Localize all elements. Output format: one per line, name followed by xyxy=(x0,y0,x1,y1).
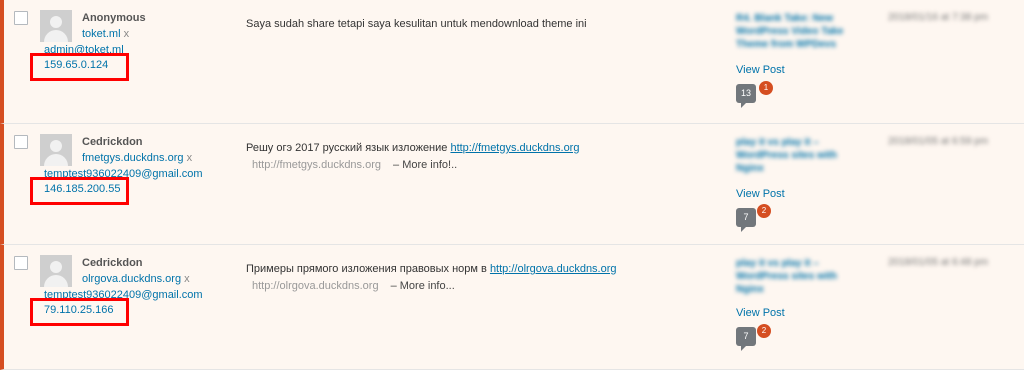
post-title[interactable]: play it vs play it – WordPress sites wit… xyxy=(736,136,851,175)
comment-text: Saya sudah share tetapi saya kesulitan u… xyxy=(246,18,587,30)
author-url[interactable]: toket.ml x xyxy=(82,28,129,40)
select-checkbox[interactable] xyxy=(14,256,28,270)
author-name: Cedrickdon xyxy=(82,136,143,148)
ip-highlight-box xyxy=(30,177,129,205)
source-url: http://fmetgys.duckdns.org xyxy=(252,159,382,171)
comment-text: Решу огэ 2017 русский язык изложение htt… xyxy=(246,142,580,154)
separator: x xyxy=(186,152,193,164)
view-post-link[interactable]: View Post xyxy=(736,64,785,76)
comment-row: Cedrickdon olrgova.duckdns.org x temptes… xyxy=(0,245,1024,370)
comment-date[interactable]: 2018/01/16 at 7:38 pm xyxy=(888,12,988,23)
comment-count-bubble[interactable]: 7 xyxy=(736,208,756,232)
select-checkbox[interactable] xyxy=(14,11,28,25)
post-title[interactable]: R4. Blank Take: New WordPress Video Take… xyxy=(736,12,851,51)
avatar xyxy=(40,134,72,166)
author-url[interactable]: fmetgys.duckdns.org x xyxy=(82,152,192,164)
comment-count-bubble[interactable]: 13 xyxy=(736,84,756,108)
comment-date[interactable]: 2018/01/05 at 6:59 pm xyxy=(888,136,988,147)
more-info-link[interactable]: – More info!.. xyxy=(393,159,457,171)
pending-count-badge: 1 xyxy=(759,81,773,95)
view-post-link[interactable]: View Post xyxy=(736,188,785,200)
comment-row: Cedrickdon fmetgys.duckdns.org x temptes… xyxy=(0,124,1024,245)
ip-highlight-box xyxy=(30,53,129,81)
avatar xyxy=(40,10,72,42)
more-info-link[interactable]: – More info... xyxy=(391,280,455,292)
post-title[interactable]: play it vs play it – WordPress sites wit… xyxy=(736,257,851,296)
author-url[interactable]: olrgova.duckdns.org x xyxy=(82,273,190,285)
comment-row: Anonymous toket.ml x admin@toket.ml 159.… xyxy=(0,0,1024,124)
comment-date[interactable]: 2018/01/05 at 6:48 pm xyxy=(888,257,988,268)
avatar xyxy=(40,255,72,287)
separator: x xyxy=(123,28,130,40)
view-post-link[interactable]: View Post xyxy=(736,307,785,319)
comment-source: http://fmetgys.duckdns.org – More info!.. xyxy=(252,159,457,171)
comment-count-bubble[interactable]: 7 xyxy=(736,327,756,351)
comments-list: Anonymous toket.ml x admin@toket.ml 159.… xyxy=(0,0,1024,374)
pending-count-badge: 2 xyxy=(757,324,771,338)
comment-text: Примеры прямого изложения правовых норм … xyxy=(246,263,617,275)
author-name: Anonymous xyxy=(82,12,146,24)
pending-count-badge: 2 xyxy=(757,204,771,218)
comment-source: http://olrgova.duckdns.org – More info... xyxy=(252,280,455,292)
ip-highlight-box xyxy=(30,298,129,326)
author-name: Cedrickdon xyxy=(82,257,143,269)
source-url: http://olrgova.duckdns.org xyxy=(252,280,379,292)
select-checkbox[interactable] xyxy=(14,135,28,149)
comment-link[interactable]: http://olrgova.duckdns.org xyxy=(490,263,617,275)
comment-link[interactable]: http://fmetgys.duckdns.org xyxy=(450,142,579,154)
separator: x xyxy=(184,273,190,285)
